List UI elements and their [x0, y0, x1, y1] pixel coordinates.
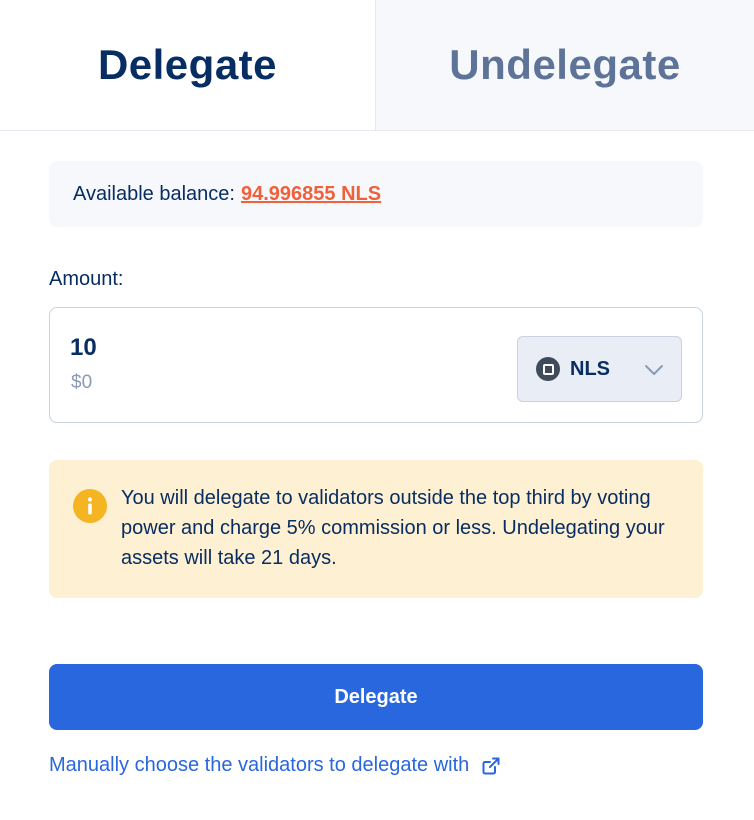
chevron-down-icon [645, 365, 663, 375]
amount-usd-value: $0 [71, 372, 93, 393]
manual-validators-link[interactable]: Manually choose the validators to delega… [49, 754, 501, 777]
delegation-warning: You will delegate to validators outside … [49, 460, 703, 598]
amount-label: Amount: [49, 268, 124, 290]
warning-text: You will delegate to validators outside … [121, 487, 665, 569]
info-icon [73, 489, 107, 523]
amount-input[interactable] [70, 334, 370, 362]
token-select[interactable]: NLS [517, 336, 682, 402]
token-square-icon [536, 357, 560, 381]
tab-delegate[interactable]: Delegate [0, 0, 375, 130]
external-link-icon[interactable] [481, 756, 501, 776]
available-balance-label: Available balance: [73, 182, 235, 205]
available-balance-panel: Available balance: 94.996855 NLS [49, 161, 703, 227]
available-balance-value[interactable]: 94.996855 NLS [241, 183, 381, 206]
tab-undelegate[interactable]: Undelegate [375, 0, 754, 130]
delegate-button[interactable]: Delegate [49, 664, 703, 730]
token-name: NLS [570, 357, 610, 380]
amount-field: $0 NLS [49, 307, 703, 423]
tab-bar: Delegate Undelegate [0, 0, 754, 131]
manual-validators-link-label[interactable]: Manually choose the validators to delega… [49, 754, 469, 777]
